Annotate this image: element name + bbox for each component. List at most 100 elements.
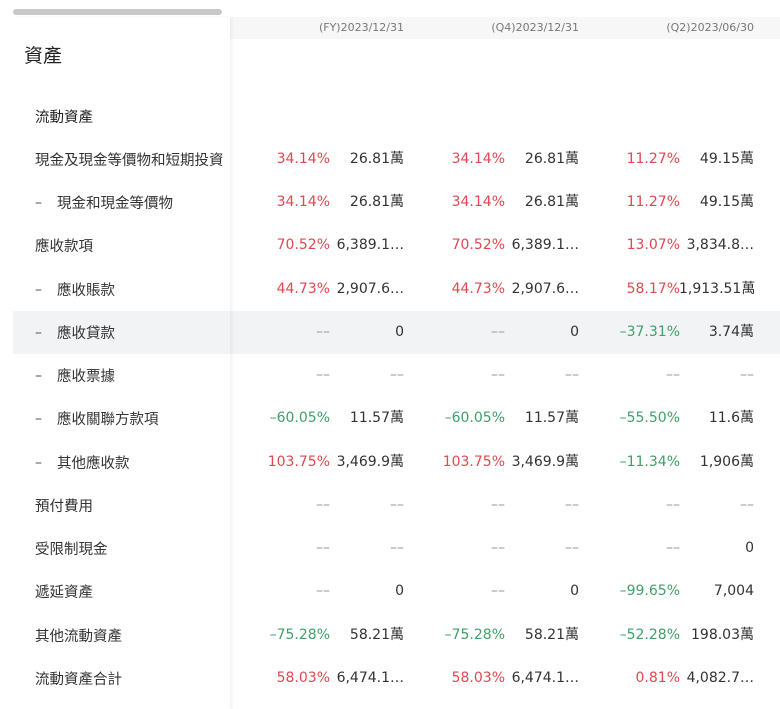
- value-cell: 58.21萬: [349, 627, 404, 643]
- table-row[interactable]: 現金及現金等價物和短期投資 34.14% 26.81萬 34.14% 26.81萬 11.…: [0, 138, 780, 181]
- value-cell: 0: [395, 324, 404, 340]
- yoy-change-cell: ––: [491, 324, 505, 340]
- row-label: 現金及現金等價物和短期投資: [35, 153, 224, 169]
- value-cell: 26.81萬: [524, 151, 579, 167]
- value-cell: ––: [740, 367, 754, 383]
- section-title: 資產: [24, 45, 63, 67]
- value-cell: 6,389.1…: [336, 237, 404, 253]
- table-row[interactable]: 預付費用 –– –– –– –– –– ––: [0, 484, 780, 527]
- value-cell: 2,907.6…: [336, 281, 404, 297]
- yoy-change-cell: 58.17%: [626, 281, 680, 297]
- yoy-change-cell: 11.27%: [626, 151, 680, 167]
- row-label-cell: – 應收賬款: [13, 268, 230, 311]
- value-cell: ––: [390, 540, 404, 556]
- yoy-change-cell: ––: [316, 583, 330, 599]
- table-row[interactable]: – 應收關聯方款項 –60.05% 11.57萬 –60.05% 11.57萬 –55.50…: [0, 397, 780, 440]
- table-row[interactable]: – 應收票據 –– –– –– –– –– ––: [0, 354, 780, 397]
- row-label: 流動資產合計: [35, 672, 122, 688]
- row-label: 受限制現金: [35, 542, 108, 558]
- table-row[interactable]: – 應收賬款 44.73% 2,907.6… 44.73% 2,907.6… 58.17% 1…: [0, 268, 780, 311]
- table-row[interactable]: – 應收貸款 –– 0 –– 0 –37.31% 3.74萬: [0, 311, 780, 354]
- yoy-change-cell: 34.14%: [276, 151, 330, 167]
- value-cell: ––: [390, 367, 404, 383]
- value-cell: 4,082.7…: [686, 670, 754, 686]
- period-header-2[interactable]: (Q4)2023/12/31: [405, 17, 579, 39]
- row-label-cell: 其他流動資產: [13, 614, 230, 657]
- row-label: 預付費用: [35, 499, 93, 515]
- yoy-change-cell: ––: [316, 324, 330, 340]
- yoy-change-cell: –11.34%: [619, 454, 680, 470]
- value-cell: 6,474.1…: [336, 670, 404, 686]
- yoy-change-cell: 34.14%: [276, 194, 330, 210]
- value-cell: 26.81萬: [524, 194, 579, 210]
- yoy-change-cell: ––: [491, 497, 505, 513]
- table-row[interactable]: – 其他應收款 103.75% 3,469.9萬 103.75% 3,469.9萬 –11.…: [0, 441, 780, 484]
- row-label-cell: – 其他應收款: [13, 441, 230, 484]
- value-cell: 1,913.51萬: [679, 281, 756, 297]
- yoy-change-cell: ––: [316, 540, 330, 556]
- table-row[interactable]: 流動資產合計 58.03% 6,474.1… 58.03% 6,474.1… 0.81% 4…: [0, 657, 780, 700]
- row-label-cell: 流動資產合計: [13, 657, 230, 700]
- period-header-1[interactable]: (FY)2023/12/31: [230, 17, 404, 39]
- row-label-cell: – 應收關聯方款項: [13, 397, 230, 440]
- yoy-change-cell: 34.14%: [451, 194, 505, 210]
- value-cell: 3.74萬: [708, 324, 754, 340]
- table-group-row[interactable]: 流動資產: [0, 95, 780, 138]
- yoy-change-cell: 11.27%: [626, 194, 680, 210]
- value-cell: 49.15萬: [699, 194, 754, 210]
- sub-item-dash-icon: –: [35, 410, 42, 427]
- yoy-change-cell: –55.50%: [619, 410, 680, 426]
- yoy-change-cell: 44.73%: [451, 281, 505, 297]
- yoy-change-cell: ––: [666, 540, 680, 556]
- yoy-change-cell: ––: [316, 497, 330, 513]
- row-label-cell: 預付費用: [13, 484, 230, 527]
- yoy-change-cell: 103.75%: [267, 454, 330, 470]
- yoy-change-cell: 44.73%: [276, 281, 330, 297]
- row-label: 應收賬款: [57, 283, 115, 299]
- value-cell: 6,389.1…: [511, 237, 579, 253]
- yoy-change-cell: 0.81%: [635, 670, 680, 686]
- yoy-change-cell: ––: [491, 540, 505, 556]
- row-label-cell: 遞延資產: [13, 570, 230, 613]
- yoy-change-cell: –37.31%: [619, 324, 680, 340]
- value-cell: 0: [570, 324, 579, 340]
- value-cell: 11.6萬: [708, 410, 754, 426]
- value-cell: 1,906萬: [699, 454, 754, 470]
- value-cell: 0: [745, 540, 754, 556]
- yoy-change-cell: ––: [666, 497, 680, 513]
- value-cell: 0: [395, 583, 404, 599]
- row-label: 應收貸款: [57, 326, 115, 342]
- value-cell: ––: [565, 540, 579, 556]
- row-label-cell: 受限制現金: [13, 527, 230, 570]
- sub-item-dash-icon: –: [35, 194, 42, 211]
- value-cell: 198.03萬: [691, 627, 754, 643]
- value-cell: 3,469.9萬: [511, 454, 579, 470]
- yoy-change-cell: 58.03%: [451, 670, 505, 686]
- yoy-change-cell: ––: [666, 367, 680, 383]
- row-label: 現金和現金等價物: [57, 196, 173, 212]
- yoy-change-cell: –60.05%: [444, 410, 505, 426]
- yoy-change-cell: 103.75%: [442, 454, 505, 470]
- table-row[interactable]: – 現金和現金等價物 34.14% 26.81萬 34.14% 26.81萬 11.27% 4…: [0, 181, 780, 224]
- row-label: 流動資產: [35, 110, 93, 126]
- row-label: 其他應收款: [57, 456, 130, 472]
- yoy-change-cell: 13.07%: [626, 237, 680, 253]
- yoy-change-cell: ––: [491, 367, 505, 383]
- row-label: 遞延資產: [35, 585, 93, 601]
- table-row[interactable]: 遞延資產 –– 0 –– 0 –99.65% 7,004: [0, 570, 780, 613]
- yoy-change-cell: 70.52%: [276, 237, 330, 253]
- yoy-change-cell: 58.03%: [276, 670, 330, 686]
- row-label-cell: 現金及現金等價物和短期投資: [13, 138, 230, 181]
- table-row[interactable]: 應收款項 70.52% 6,389.1… 70.52% 6,389.1… 13.07% 3,…: [0, 224, 780, 267]
- value-cell: 49.15萬: [699, 151, 754, 167]
- table-row[interactable]: 受限制現金 –– –– –– –– –– 0: [0, 527, 780, 570]
- value-cell: 0: [570, 583, 579, 599]
- yoy-change-cell: 34.14%: [451, 151, 505, 167]
- row-label-cell: 流動資產: [13, 95, 230, 138]
- yoy-change-cell: –52.28%: [619, 627, 680, 643]
- period-header-3[interactable]: (Q2)2023/06/30: [580, 17, 754, 39]
- table-row[interactable]: 其他流動資產 –75.28% 58.21萬 –75.28% 58.21萬 –52.28% 1…: [0, 614, 780, 657]
- horizontal-scrollbar-thumb[interactable]: [13, 9, 222, 15]
- yoy-change-cell: ––: [491, 583, 505, 599]
- value-cell: 3,469.9萬: [336, 454, 404, 470]
